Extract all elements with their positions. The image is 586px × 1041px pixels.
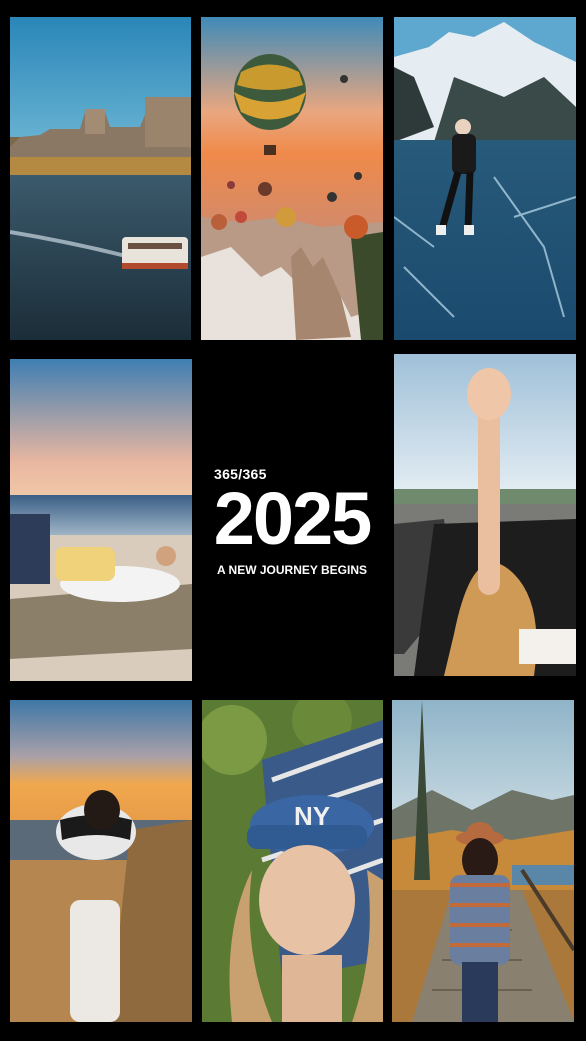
tagline: A NEW JOURNEY BEGINS	[216, 563, 368, 577]
beach-lying-sunset-photo	[10, 359, 192, 681]
city-river-boat-photo	[10, 17, 191, 340]
hot-air-balloons-photo	[201, 17, 383, 340]
convertible-wave-photo	[394, 354, 576, 676]
beach-walk-sunset-photo	[10, 700, 192, 1022]
svg-text:NY: NY	[294, 801, 330, 831]
forest-boardwalk-photo	[392, 700, 574, 1022]
cap-portrait-photo: NY	[202, 700, 383, 1022]
year-title: 2025	[213, 477, 373, 560]
ice-skating-mountain-photo	[394, 17, 576, 340]
title-card: 365/365 2025 A NEW JOURNEY BEGINS	[201, 356, 383, 678]
